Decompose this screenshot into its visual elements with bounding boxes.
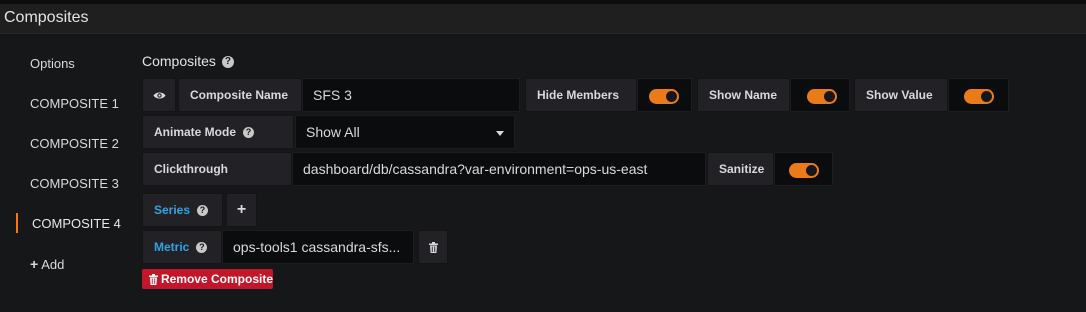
sidebar-item-composite-3[interactable]: COMPOSITE 3 [30, 176, 119, 191]
animate-mode-select[interactable]: Show All [295, 115, 515, 149]
hide-members-toggle[interactable] [649, 89, 679, 104]
toggle-knob [981, 91, 992, 102]
help-icon[interactable]: ? [196, 241, 208, 253]
show-value-label: Show Value [854, 78, 948, 112]
animate-mode-label: Animate Mode? [142, 115, 294, 149]
sanitize-toggle[interactable] [789, 163, 819, 178]
help-icon[interactable]: ? [243, 126, 255, 138]
remove-composite-label: Remove Composite [160, 272, 273, 286]
sidebar-item-composite-4[interactable]: COMPOSITE 4 [32, 216, 121, 231]
metric-input[interactable]: ops-tools1 cassandra-sfs... [222, 230, 414, 264]
animate-mode-value: Show All [306, 124, 360, 140]
sanitize-label: Sanitize [707, 152, 774, 186]
clickthrough-input[interactable]: dashboard/db/cassandra?var-environment=o… [292, 152, 706, 186]
series-label: Series? [142, 193, 223, 227]
eye-icon [153, 92, 165, 98]
sidebar-item-composite-1[interactable]: COMPOSITE 1 [30, 96, 119, 111]
composites-panel: Options COMPOSITE 1 COMPOSITE 2 COMPOSIT… [0, 35, 1086, 312]
remove-composite-button[interactable]: Remove Composite [142, 269, 273, 289]
show-name-cell [790, 78, 850, 112]
hide-members-label: Hide Members [525, 78, 637, 112]
composite-name-label: Composite Name [178, 78, 302, 112]
help-icon[interactable]: ? [197, 204, 209, 216]
panel-header-title: Composites [4, 9, 89, 26]
sidebar: Options COMPOSITE 1 COMPOSITE 2 COMPOSIT… [0, 35, 130, 312]
show-value-toggle[interactable] [964, 89, 994, 104]
trash-icon [428, 241, 438, 253]
panel-header: Composites [0, 4, 1086, 34]
sidebar-item-composite-2[interactable]: COMPOSITE 2 [30, 136, 119, 151]
caret-down-icon [496, 131, 504, 136]
section-title: Composites? [142, 53, 234, 69]
sidebar-add-button[interactable]: + Add [30, 256, 64, 272]
trash-icon [149, 273, 158, 285]
sidebar-item-options[interactable]: Options [30, 56, 75, 71]
metric-label: Metric? [142, 230, 222, 264]
toggle-knob [666, 91, 677, 102]
clickthrough-label: Clickthrough [142, 152, 292, 186]
hide-members-cell [637, 78, 692, 112]
metric-label-text: Metric [154, 240, 190, 254]
sidebar-active-indicator [16, 213, 18, 233]
section-title-text: Composites [142, 53, 216, 69]
toggle-knob [824, 91, 835, 102]
show-value-cell [948, 78, 1009, 112]
series-label-text: Series [154, 203, 191, 217]
delete-metric-button[interactable] [418, 230, 448, 264]
visibility-toggle[interactable] [142, 78, 176, 112]
composite-name-input[interactable]: SFS 3 [302, 78, 520, 112]
add-series-button[interactable]: + [226, 193, 257, 227]
sidebar-add-label: Add [41, 257, 65, 272]
show-name-toggle[interactable] [807, 89, 837, 104]
sanitize-cell [774, 152, 833, 186]
help-icon[interactable]: ? [221, 56, 234, 69]
show-name-label: Show Name [697, 78, 790, 112]
toggle-knob [806, 165, 817, 176]
animate-mode-label-text: Animate Mode [154, 125, 237, 139]
plus-icon: + [30, 256, 39, 272]
